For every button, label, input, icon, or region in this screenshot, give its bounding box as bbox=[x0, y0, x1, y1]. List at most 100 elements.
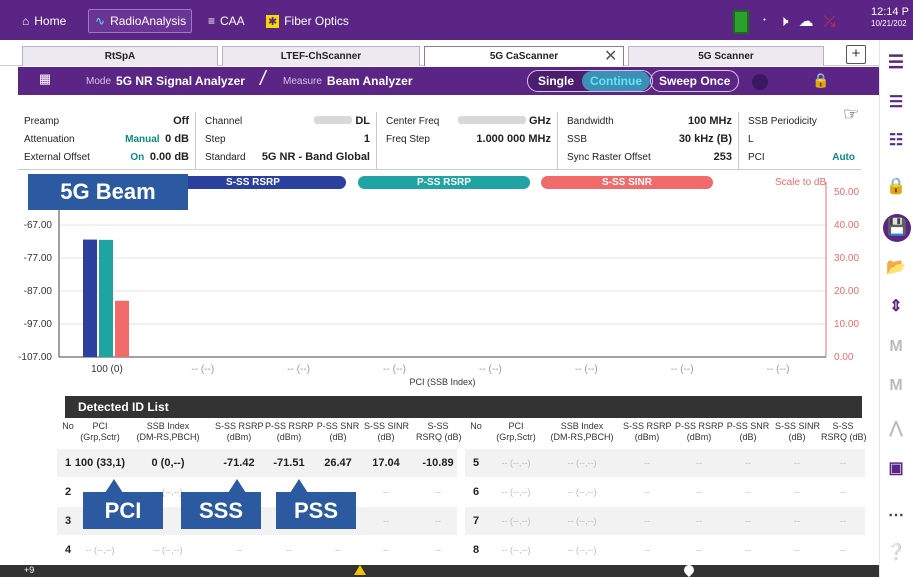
table-cell-pci: -- (--,--) bbox=[501, 458, 531, 468]
tab-rtspa[interactable]: RtSpA bbox=[22, 46, 218, 66]
y-left-tick-label: -67.00 bbox=[24, 220, 53, 231]
bar-s-ss-sinr bbox=[115, 300, 129, 357]
freq-step-label: Freq Step bbox=[386, 133, 430, 145]
menu-icon[interactable]: ☰ bbox=[883, 52, 909, 73]
record-icon[interactable] bbox=[752, 74, 768, 90]
table-cell-sss-sinr: -- bbox=[794, 516, 800, 526]
sync-raster-value: 253 bbox=[713, 151, 732, 163]
column-header: P-SS RSRP (dBm) bbox=[675, 421, 724, 442]
table-cell-ssb: -- (--,--) bbox=[567, 545, 597, 555]
apps-grid-icon[interactable]: ▦ bbox=[32, 71, 58, 91]
help-icon[interactable]: ❔ bbox=[883, 542, 909, 562]
y-left-tick-label: -77.00 bbox=[24, 253, 53, 264]
measure-selector[interactable]: Measure Beam Analyzer bbox=[283, 74, 413, 88]
home-icon: ⌂ bbox=[22, 14, 30, 28]
mode-value: 5G NR Signal Analyzer bbox=[116, 74, 245, 88]
caa-button[interactable]: ≡ CAA bbox=[208, 9, 245, 33]
frequency-params[interactable]: Center Freq GHz Freq Step 1.000 000 MHz bbox=[380, 112, 558, 170]
fiber-icon: ✱ bbox=[266, 14, 280, 28]
table-cell-sss-rsrp: -- bbox=[644, 545, 650, 555]
split-icon[interactable]: ⇕ bbox=[883, 296, 909, 316]
marker-icon[interactable]: M bbox=[883, 338, 909, 356]
column-header: PCI (Grp,Sctr) bbox=[496, 421, 536, 442]
tab-5g-scanner[interactable]: 5G Scanner bbox=[628, 46, 824, 66]
caa-label: CAA bbox=[220, 14, 245, 28]
table-cell-pss-rsrp: -- bbox=[696, 458, 702, 468]
callout-sss-arrow bbox=[228, 479, 246, 493]
warning-icon[interactable] bbox=[354, 565, 366, 575]
touch-pointer-icon[interactable]: ☞ bbox=[843, 104, 879, 134]
radio-analysis-button[interactable]: ∿ RadioAnalysis bbox=[88, 9, 192, 33]
screenshot-icon[interactable]: ▣ bbox=[883, 458, 909, 478]
column-header: P-SS SNR (dB) bbox=[726, 421, 770, 442]
x-tick-label: -- (--) bbox=[287, 364, 310, 375]
bandwidth-label: Bandwidth bbox=[567, 115, 614, 127]
table-cell-no: 8 bbox=[472, 544, 480, 556]
y-right-tick-label: 10.00 bbox=[834, 319, 859, 330]
lock-icon[interactable]: 🔒 bbox=[812, 72, 829, 89]
save-icon[interactable]: 💾 bbox=[883, 214, 911, 242]
table-cell-pss-snr: -- bbox=[745, 516, 751, 526]
home-label: Home bbox=[34, 14, 67, 28]
folder-icon[interactable]: 📂 bbox=[883, 257, 909, 277]
ext-offset-label: External Offset bbox=[24, 151, 90, 163]
ssb-periodicity-label: SSB Periodicity bbox=[748, 115, 817, 127]
mode-selector[interactable]: Mode 5G NR Signal Analyzer bbox=[86, 74, 245, 88]
table-cell-sss-rsrq: -- bbox=[840, 545, 846, 555]
more-icon[interactable]: ⋯ bbox=[883, 505, 909, 525]
table-cell-sss-rsrq: -- bbox=[435, 516, 441, 526]
center-freq-unit: GHz bbox=[529, 115, 551, 127]
amp-params[interactable]: Preamp Off Attenuation Manual 0 dB Externa… bbox=[18, 112, 196, 170]
single-button[interactable]: Single bbox=[530, 71, 582, 91]
column-header: S-SS RSRQ (dB) bbox=[416, 421, 462, 442]
sweep-once-button[interactable]: Sweep Once bbox=[650, 70, 740, 92]
scale-label[interactable]: Scale to dB bbox=[775, 177, 826, 188]
continue-button[interactable]: Continue bbox=[582, 71, 651, 91]
tab-label: LTEF-ChScanner bbox=[280, 51, 362, 62]
tab-ltef-chscanner[interactable]: LTEF-ChScanner bbox=[222, 46, 420, 66]
cloud-icon: ☁ bbox=[798, 13, 814, 30]
callout-5g-beam: 5G Beam bbox=[28, 174, 188, 210]
layout-icon[interactable]: ☷ bbox=[883, 130, 909, 150]
y-right-tick-label: 40.00 bbox=[834, 220, 859, 231]
status-icons: ᛫ 🕨 ☁ ⤰ bbox=[760, 10, 835, 32]
bandwidth-params[interactable]: Bandwidth 100 MHz SSB 30 kHz (B) Sync Rast… bbox=[561, 112, 739, 170]
fiber-optics-label: Fiber Optics bbox=[284, 14, 349, 28]
home-button[interactable]: ⌂ Home bbox=[22, 9, 66, 33]
parameter-panel: Preamp Off Attenuation Manual 0 dB Externa… bbox=[18, 104, 861, 170]
notification-count[interactable]: +9 bbox=[24, 565, 34, 575]
channel-value-redacted bbox=[314, 116, 353, 124]
table-cell-sss-rsrp: -71.42 bbox=[223, 457, 255, 469]
sync-raster-label: Sync Raster Offset bbox=[567, 151, 651, 163]
x-tick-label: -- (--) bbox=[671, 364, 694, 375]
time: 12:14 P bbox=[871, 6, 909, 18]
clock: 12:14 P 10/21/202 bbox=[871, 6, 909, 30]
table-cell-ssb: -- (--,--) bbox=[567, 516, 597, 526]
peak-icon[interactable]: ⋀ bbox=[883, 418, 909, 438]
table-cell-sss-rsrq: -10.89 bbox=[422, 457, 454, 469]
tab-5g-cascanner[interactable]: 5G CaScanner bbox=[424, 46, 624, 66]
bar-p-ss-rsrp bbox=[99, 239, 113, 357]
callout-sss: SSS bbox=[181, 492, 261, 529]
marker-list-icon[interactable]: M bbox=[883, 377, 909, 395]
lock-sidebar-icon[interactable]: 🔒 bbox=[883, 176, 909, 196]
battery-icon bbox=[733, 10, 749, 34]
step-value: 1 bbox=[363, 133, 370, 145]
speaker-icon: 🕨 bbox=[779, 12, 789, 30]
x-axis-label: PCI (SSB Index) bbox=[409, 377, 475, 387]
add-tab-button[interactable]: + bbox=[846, 45, 866, 64]
channel-params[interactable]: Channel DL Step 1 Standard 5G NR - Band Glo… bbox=[199, 112, 377, 170]
y-right-tick-label: 50.00 bbox=[834, 187, 859, 198]
tab-label: 5G Scanner bbox=[698, 51, 754, 62]
table-cell-ssb: -- (--,--) bbox=[153, 545, 183, 555]
x-tick-label: -- (--) bbox=[767, 364, 790, 375]
preamp-label: Preamp bbox=[24, 115, 60, 127]
close-tab-icon[interactable]: ✕ bbox=[604, 46, 617, 66]
fiber-optics-button[interactable]: ✱ Fiber Optics bbox=[266, 9, 349, 33]
table-cell-pss-rsrp: -71.51 bbox=[273, 457, 305, 469]
measure-label: Measure bbox=[283, 75, 322, 87]
bottom-bar bbox=[0, 565, 879, 577]
settings-sliders-icon[interactable]: ☰ bbox=[883, 92, 909, 112]
ssb-value: 30 kHz (B) bbox=[678, 133, 732, 145]
table-cell-no: 7 bbox=[472, 515, 480, 527]
